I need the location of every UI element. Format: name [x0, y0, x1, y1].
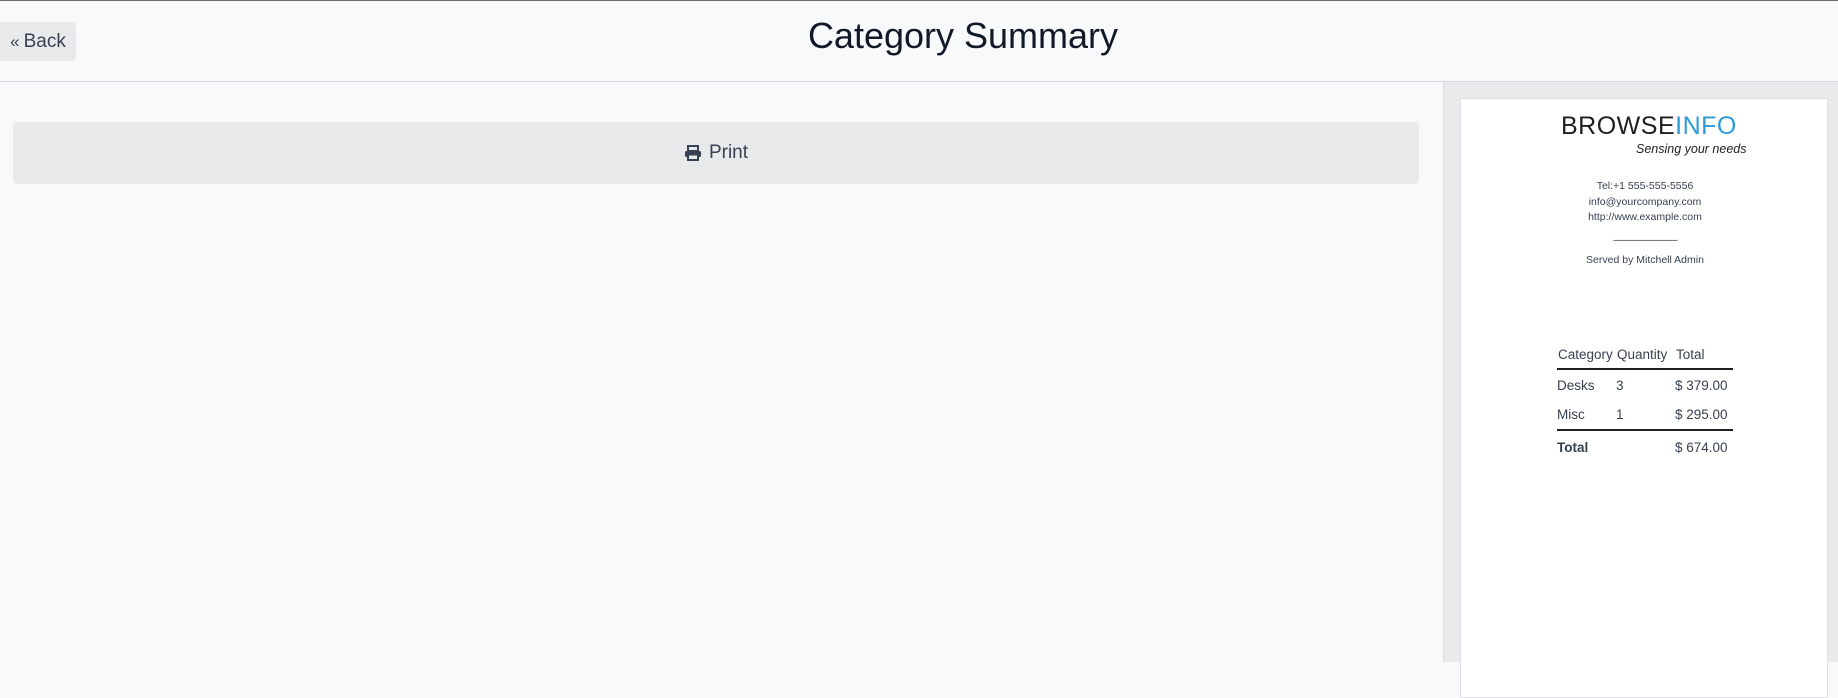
served-by: Served by Mitchell Admin: [1586, 254, 1704, 266]
logo-tagline: Sensing your needs: [1636, 142, 1747, 156]
table-row: Desks 3 $ 379.00: [1557, 369, 1733, 400]
company-email: info@yourcompany.com: [1588, 195, 1702, 208]
header-bar: « Back Category Summary: [0, 1, 1838, 82]
company-logo: BROWSEINFO Sensing your needs: [1461, 112, 1829, 162]
row-total: $ 379.00: [1675, 377, 1728, 393]
table-total-row: Total $ 674.00: [1557, 430, 1733, 463]
page-title: Category Summary: [807, 15, 1119, 56]
row-category: Desks: [1557, 377, 1595, 393]
column-header-category: Category: [1557, 345, 1616, 370]
total-spacer: [1616, 430, 1675, 463]
print-button[interactable]: Print: [13, 122, 1419, 184]
row-quantity: 3: [1616, 377, 1624, 393]
column-header-quantity: Quantity: [1616, 345, 1675, 370]
logo-wordmark: BROWSEINFO: [1561, 112, 1737, 140]
receipt-preview-panel: BROWSEINFO Sensing your needs Tel:+1 555…: [1443, 82, 1838, 698]
category-summary-table: Category Quantity Total Desks 3 $ 379.00…: [1557, 345, 1733, 463]
total-label: Total: [1557, 439, 1589, 455]
company-contact: Tel:+1 555-555-5556 info@yourcompany.com…: [1461, 179, 1829, 226]
table-header-row: Category Quantity Total: [1557, 345, 1733, 370]
row-category: Misc: [1557, 400, 1616, 431]
print-label: Print: [708, 142, 749, 163]
row-quantity: 1: [1616, 400, 1675, 431]
receipt-separator: --------------------------------: [1613, 235, 1678, 245]
column-header-total: Total: [1675, 345, 1733, 370]
company-website: http://www.example.com: [1588, 211, 1702, 223]
receipt: BROWSEINFO Sensing your needs Tel:+1 555…: [1460, 98, 1828, 698]
printer-icon: [684, 145, 701, 161]
main-panel: Print: [0, 82, 1443, 662]
total-value: $ 674.00: [1675, 439, 1728, 455]
table-row: Misc 1 $ 295.00: [1557, 400, 1733, 431]
company-phone: Tel:+1 555-555-5556: [1596, 180, 1694, 192]
row-total: $ 295.00: [1675, 400, 1733, 431]
